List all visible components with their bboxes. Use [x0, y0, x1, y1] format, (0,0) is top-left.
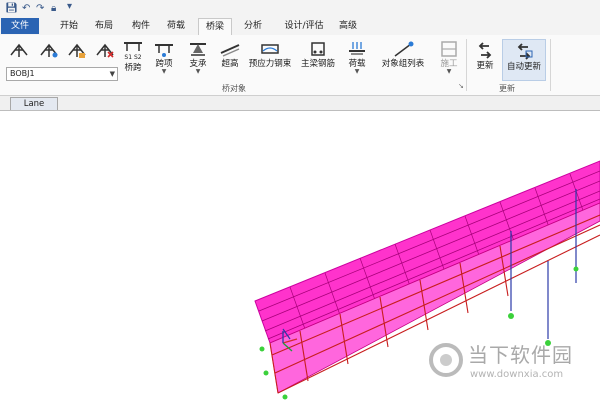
layout-line-add-icon — [10, 43, 28, 57]
layout-line-edit-icon — [40, 43, 58, 58]
update-arrows-icon — [478, 42, 492, 59]
object-group-list-label: 对象组列表 — [381, 59, 425, 69]
tendon-icon — [261, 44, 279, 54]
bearings-button[interactable]: 支承 ▼ — [185, 39, 211, 75]
chevron-down-icon: ▼ — [446, 68, 452, 75]
tab-design-rating[interactable]: 设计/评估 — [279, 18, 329, 34]
lock-icon[interactable]: 🔒︎ — [51, 3, 56, 15]
layout-line-delete-icon — [96, 43, 114, 58]
girder-rebar-button[interactable]: 主梁钢筋 — [299, 39, 337, 69]
group-separator — [466, 39, 467, 91]
bridge-object-select-value: BOBJ1 — [10, 69, 35, 78]
rebar-icon — [311, 42, 325, 56]
superelevation-icon — [220, 44, 240, 57]
construction-button[interactable]: 施工 ▼ — [436, 39, 462, 75]
tab-analysis[interactable]: 分析 — [240, 18, 266, 34]
tab-components[interactable]: 构件 — [128, 18, 154, 34]
group-separator — [550, 39, 551, 91]
update-label: 更新 — [476, 61, 494, 71]
watermark-logo-icon — [429, 343, 463, 377]
load-icon — [349, 42, 365, 55]
span-button[interactable]: S1 S2 桥跨 — [120, 39, 146, 73]
qat-dropdown-icon[interactable]: ▾ — [67, 1, 72, 13]
tab-advanced[interactable]: 高级 — [335, 18, 361, 34]
auto-update-label: 自动更新 — [506, 62, 541, 72]
chevron-down-icon: ▼ — [354, 68, 360, 75]
tab-file[interactable]: 文件 — [1, 18, 39, 34]
span-icon — [124, 42, 142, 51]
group-launcher-icon[interactable]: ↘ — [458, 82, 464, 90]
bridge-object-group-label: 桥对象 — [222, 84, 246, 93]
auto-update-button[interactable]: 自动更新 — [502, 39, 546, 81]
chevron-down-icon: ▼ — [109, 70, 115, 78]
redo-icon[interactable]: ↷ — [36, 3, 44, 15]
quick-access-toolbar: 💾︎ ↶ ↷ 🔒︎ ▾ — [0, 0, 600, 18]
save-icon[interactable]: 💾︎ — [5, 3, 18, 15]
update-group-label: 更新 — [499, 84, 515, 93]
span-items-button[interactable]: 跨项 ▼ — [151, 39, 177, 75]
watermark-url: www.downxia.com — [470, 369, 564, 380]
auto-update-icon — [517, 43, 533, 60]
span-label: 桥跨 — [124, 63, 142, 73]
layout-line-add-button[interactable] — [8, 41, 30, 59]
layout-line-modify-button[interactable] — [66, 41, 88, 59]
undo-icon[interactable]: ↶ — [22, 3, 30, 15]
document-tab-bar: Lane — [0, 96, 600, 111]
tab-lane[interactable]: Lane — [10, 97, 58, 110]
watermark: 当下软件园 www.downxia.com — [428, 342, 598, 388]
bridge-loads-button[interactable]: 荷载 ▼ — [344, 39, 370, 75]
span-sublabel: S1 S2 — [124, 54, 142, 61]
chevron-down-icon: ▼ — [161, 68, 167, 75]
layout-line-edit-button[interactable] — [38, 41, 60, 59]
layout-line-delete-button[interactable] — [94, 41, 116, 59]
tab-loads[interactable]: 荷载 — [163, 18, 189, 34]
construction-icon — [441, 41, 457, 57]
ribbon-tab-bar: 文件 开始 布局 构件 荷载 桥梁 分析 设计/评估 高级 — [0, 18, 600, 36]
tab-layout[interactable]: 布局 — [91, 18, 117, 34]
span-items-icon — [155, 44, 173, 57]
update-button[interactable]: 更新 — [472, 41, 498, 71]
prestress-tendons-button[interactable]: 预应力钢束 — [246, 39, 294, 69]
watermark-name: 当下软件园 — [468, 343, 573, 367]
bearing-icon — [190, 43, 206, 56]
prestress-tendons-label: 预应力钢束 — [248, 59, 292, 69]
superelevation-label: 超高 — [221, 59, 239, 69]
girder-rebar-label: 主梁钢筋 — [300, 59, 335, 69]
object-group-list-button[interactable]: 对象组列表 — [378, 39, 428, 69]
tab-home[interactable]: 开始 — [56, 18, 82, 34]
object-group-icon — [394, 41, 414, 57]
layout-line-modify-icon — [68, 43, 86, 58]
superelevation-button[interactable]: 超高 — [218, 39, 242, 69]
bridge-object-select[interactable]: BOBJ1 ▼ — [6, 67, 118, 81]
tab-bridge[interactable]: 桥梁 — [198, 18, 232, 36]
ribbon-panel: BOBJ1 ▼ S1 S2 桥跨 跨项 ▼ 支承 ▼ 超高 预应力钢束 主梁钢筋… — [0, 35, 600, 96]
chevron-down-icon: ▼ — [195, 68, 201, 75]
